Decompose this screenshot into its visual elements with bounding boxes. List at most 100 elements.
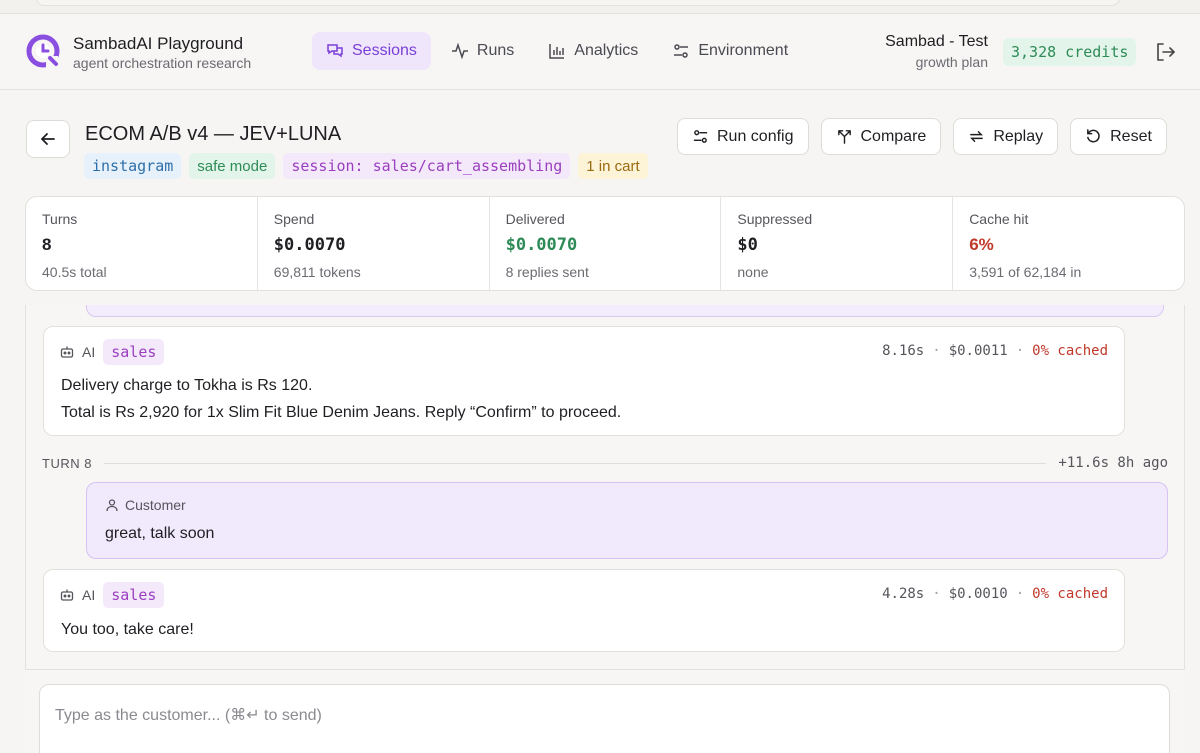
- message-text: great, talk soon: [105, 525, 215, 542]
- logout-icon[interactable]: [1154, 41, 1176, 63]
- tag-safe-mode: safe mode: [189, 153, 276, 179]
- sliders-icon: [674, 44, 689, 58]
- stat-value: 8: [42, 235, 52, 254]
- message-line: Delivery charge to Tokha is Rs 120.: [61, 377, 313, 394]
- nav-analytics[interactable]: Analytics: [534, 32, 652, 70]
- nav-runs[interactable]: Runs: [437, 32, 528, 70]
- stat-suppressed: Suppressed $0 none: [721, 197, 954, 290]
- top-strip: [0, 0, 1200, 14]
- session-title: ECOM A/B v4 — JEV+LUNA: [85, 123, 342, 145]
- user-icon: [106, 499, 118, 512]
- turn-label: TURN 8: [42, 455, 92, 471]
- cost: $0.0010: [948, 586, 1008, 602]
- stat-sub: none: [737, 264, 769, 280]
- reset-button[interactable]: Reset: [1070, 118, 1167, 155]
- nav-environment[interactable]: Environment: [658, 32, 802, 70]
- role-tag: sales: [103, 582, 165, 608]
- composer-placeholder: Type as the customer... (⌘↵ to send): [55, 707, 322, 724]
- stat-value: 6%: [969, 235, 994, 254]
- message-header: AI sales: [60, 582, 165, 608]
- message-header: Customer: [105, 497, 186, 513]
- sliders-icon: [693, 130, 708, 143]
- run-config-button[interactable]: Run config: [677, 118, 809, 155]
- ai-message: AI sales 4.28s · $0.0010 · 0% cached You…: [43, 569, 1125, 652]
- stat-label: Delivered: [505, 211, 565, 227]
- stat-value: $0.0070: [505, 235, 578, 255]
- session-stats: Turns 8 40.5s total Spend $0.0070 69,811…: [25, 196, 1185, 291]
- message-text: You too, take care!: [61, 621, 194, 638]
- previous-message-edge: [86, 305, 1164, 317]
- brand-subtitle: agent orchestration research: [73, 55, 252, 71]
- stat-spend: Spend $0.0070 69,811 tokens: [258, 197, 490, 290]
- main-nav: Sessions Runs Analytics Environment: [312, 32, 808, 70]
- turn-divider: TURN 8 +11.6s 8h ago: [42, 453, 1168, 473]
- repeat-icon: [970, 131, 984, 142]
- latency: 8.16s: [882, 343, 925, 359]
- message-line: Total is Rs 2,920 for 1x Slim Fit Blue D…: [61, 404, 622, 421]
- stat-turns: Turns 8 40.5s total: [26, 197, 258, 290]
- cache-rate: 0% cached: [1032, 586, 1108, 602]
- stat-delivered: Delivered $0.0070 8 replies sent: [490, 197, 722, 290]
- message-meta: 4.28s · $0.0010 · 0% cached: [882, 586, 1108, 602]
- stat-sub: 40.5s total: [42, 264, 107, 280]
- message-text: Delivery charge to Tokha is Rs 120. Tota…: [61, 372, 621, 426]
- bar-chart-icon: [549, 44, 565, 59]
- chat-icon: [327, 44, 343, 58]
- nav-sessions[interactable]: Sessions: [312, 32, 431, 70]
- message-meta: 8.16s · $0.0011 · 0% cached: [882, 343, 1108, 359]
- app-header: SambadAI Playground agent orchestration …: [0, 14, 1200, 90]
- brand-logo-icon: [26, 34, 60, 68]
- cache-rate: 0% cached: [1032, 343, 1108, 359]
- pulse-icon: [451, 42, 468, 60]
- compare-button[interactable]: Compare: [820, 118, 942, 155]
- bot-icon: [60, 589, 74, 601]
- message-header: AI sales: [60, 339, 165, 365]
- session-actions: Run config Compare Replay Reset: [677, 118, 1167, 155]
- stat-value: $0.0070: [273, 235, 346, 255]
- back-button[interactable]: [26, 120, 70, 158]
- account-plan: growth plan: [915, 54, 988, 70]
- nav-label: Environment: [698, 42, 789, 59]
- stat-sub: 8 replies sent: [505, 264, 589, 280]
- composer-area: Type as the customer... (⌘↵ to send): [25, 669, 1185, 753]
- account-name: Sambad - Test: [885, 33, 988, 50]
- reset-icon: [1087, 129, 1100, 143]
- tag-session-state: session: sales/cart_assembling: [283, 153, 571, 179]
- turn-time: +11.6s 8h ago: [1058, 455, 1168, 471]
- customer-message: Customer great, talk soon: [86, 482, 1168, 559]
- nav-label: Sessions: [352, 42, 417, 59]
- cost: $0.0011: [948, 343, 1008, 359]
- stat-sub: 3,591 of 62,184 in: [969, 264, 1082, 280]
- nav-label: Runs: [476, 42, 515, 59]
- message-composer-input[interactable]: Type as the customer... (⌘↵ to send): [39, 684, 1170, 753]
- ai-message: AI sales 8.16s · $0.0011 · 0% cached Del…: [43, 326, 1125, 436]
- account-info[interactable]: Sambad - Test growth plan: [885, 33, 988, 70]
- stat-cache-hit: Cache hit 6% 3,591 of 62,184 in: [953, 197, 1184, 290]
- sender-label: AI: [82, 587, 96, 603]
- tag-channel: instagram: [84, 153, 182, 179]
- stat-label: Cache hit: [969, 211, 1029, 227]
- sender-label: Customer: [125, 497, 186, 513]
- session-tags: instagram safe mode session: sales/cart_…: [84, 153, 648, 179]
- button-label: Compare: [860, 127, 927, 145]
- credits-badge: 3,328 credits: [1003, 38, 1137, 66]
- brand-title: SambadAI Playground: [73, 34, 244, 53]
- latency: 4.28s: [882, 586, 925, 602]
- stat-sub: 69,811 tokens: [273, 264, 361, 280]
- arrow-left-icon: [40, 133, 55, 145]
- nav-label: Analytics: [574, 42, 639, 59]
- role-tag: sales: [103, 339, 165, 365]
- button-label: Run config: [717, 127, 794, 145]
- replay-button[interactable]: Replay: [953, 118, 1059, 155]
- button-label: Reset: [1110, 127, 1152, 145]
- bot-icon: [60, 346, 74, 358]
- stat-label: Spend: [273, 211, 315, 227]
- sender-label: AI: [82, 344, 96, 360]
- stat-value: $0: [737, 235, 758, 255]
- split-arrows-icon: [837, 130, 851, 144]
- transcript-panel[interactable]: AI sales 8.16s · $0.0011 · 0% cached Del…: [25, 305, 1185, 673]
- button-label: Replay: [993, 127, 1044, 145]
- tag-cart-count: 1 in cart: [578, 153, 648, 179]
- stat-label: Turns: [42, 211, 78, 227]
- stat-label: Suppressed: [737, 211, 813, 227]
